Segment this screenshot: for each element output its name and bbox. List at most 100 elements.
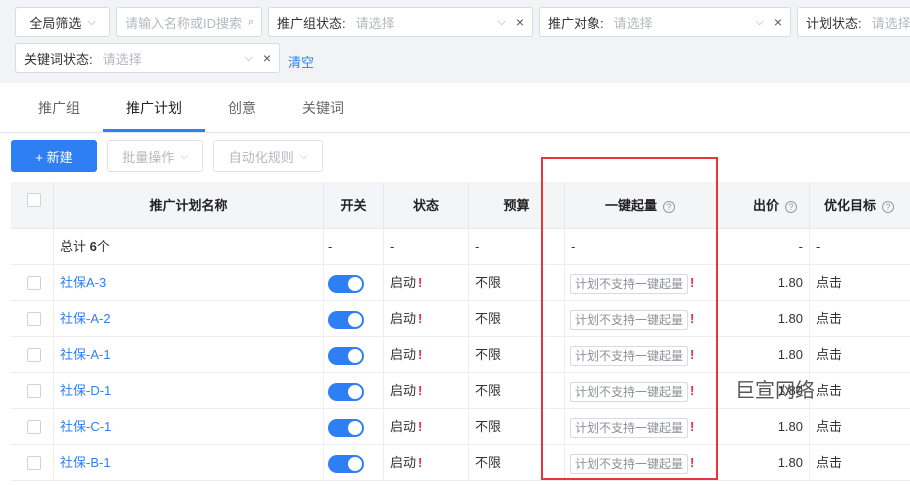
row-checkbox-cell bbox=[11, 337, 54, 373]
budget-cell[interactable]: 不限 bbox=[469, 373, 565, 409]
budget-cell[interactable]: 不限 bbox=[469, 445, 565, 481]
chevron-down-icon: ⌵ bbox=[244, 51, 253, 64]
warning-icon[interactable]: ! bbox=[690, 347, 694, 362]
row-checkbox-cell bbox=[11, 445, 54, 481]
warning-icon[interactable]: ! bbox=[418, 275, 422, 290]
search-input[interactable]: 请输入名称或ID搜索 ⌕ bbox=[116, 7, 262, 37]
plan-toggle[interactable] bbox=[328, 383, 364, 401]
plan-toggle[interactable] bbox=[328, 311, 364, 329]
plan-name-link[interactable]: 社保-D-1 bbox=[60, 383, 111, 398]
close-icon[interactable]: × bbox=[263, 50, 271, 66]
plan-name-link[interactable]: 社保-C-1 bbox=[60, 419, 111, 434]
table-row: 社保-B-1★启动!不限计划不支持一键起量!1.80点击 bbox=[11, 445, 910, 481]
tab-groups[interactable]: 推广组 bbox=[15, 83, 103, 133]
close-icon[interactable]: × bbox=[516, 14, 524, 30]
warning-icon[interactable]: ! bbox=[418, 419, 422, 434]
keyword-status-select[interactable]: 关键词状态: 请选择 ⌵ × bbox=[15, 43, 280, 73]
header-boost: 一键起量? bbox=[565, 182, 715, 229]
status-cell: 启动! bbox=[384, 409, 469, 445]
chevron-down-icon: ⌵ bbox=[299, 150, 308, 162]
batch-operation-button[interactable]: 批量操作 ⌵ bbox=[107, 140, 203, 172]
warning-icon[interactable]: ! bbox=[690, 311, 694, 326]
target-cell: 点击 bbox=[816, 311, 843, 326]
row-checkbox-cell bbox=[11, 301, 54, 337]
warning-icon[interactable]: ! bbox=[418, 311, 422, 326]
plan-toggle[interactable] bbox=[328, 455, 364, 473]
summary-status: - bbox=[384, 229, 469, 265]
tab-plans[interactable]: 推广计划 bbox=[103, 83, 205, 133]
table-row: 社保-C-1★启动!不限计划不支持一键起量!1.80点击 bbox=[11, 409, 910, 445]
budget-cell[interactable]: 不限 bbox=[469, 265, 565, 301]
boost-cell: 计划不支持一键起量! bbox=[565, 301, 715, 337]
row-checkbox[interactable] bbox=[27, 456, 41, 470]
row-checkbox[interactable] bbox=[27, 420, 41, 434]
plan-name-link[interactable]: 社保-A-1 bbox=[60, 347, 111, 362]
table-row: 社保-A-1★启动!不限计划不支持一键起量!1.80点击 bbox=[11, 337, 910, 373]
header-switch: 开关 bbox=[324, 182, 384, 229]
switch-cell bbox=[324, 265, 384, 301]
row-checkbox[interactable] bbox=[27, 348, 41, 362]
warning-icon[interactable]: ! bbox=[418, 383, 422, 398]
new-button[interactable]: + 新建 bbox=[11, 140, 97, 172]
plan-name-cell: 社保-A-2★ bbox=[54, 301, 324, 337]
row-checkbox[interactable] bbox=[27, 276, 41, 290]
plan-status-select[interactable]: 计划状态: 请选择 bbox=[797, 7, 910, 37]
bid-cell[interactable]: 1.80 bbox=[715, 409, 810, 445]
chevron-down-icon: ⌵ bbox=[497, 15, 506, 28]
bid-cell[interactable]: 1.80 bbox=[715, 265, 810, 301]
bid-cell[interactable]: 1.80 bbox=[715, 445, 810, 481]
plan-toggle[interactable] bbox=[328, 275, 364, 293]
summary-target: - bbox=[816, 239, 821, 254]
row-checkbox[interactable] bbox=[27, 384, 41, 398]
help-icon[interactable]: ? bbox=[785, 200, 797, 213]
header-name[interactable]: 推广计划名称 bbox=[54, 182, 324, 229]
boost-unsupported-tag: 计划不支持一键起量 bbox=[570, 345, 689, 366]
warning-icon[interactable]: ! bbox=[690, 455, 694, 470]
switch-cell bbox=[324, 409, 384, 445]
object-select[interactable]: 推广对象: 请选择 ⌵ × bbox=[539, 7, 791, 37]
plan-name-link[interactable]: 社保A-3 bbox=[60, 275, 106, 290]
batch-operation-label: 批量操作 bbox=[122, 149, 175, 165]
plan-toggle[interactable] bbox=[328, 347, 364, 365]
close-icon[interactable]: × bbox=[774, 14, 782, 30]
plan-name-link[interactable]: 社保-B-1 bbox=[60, 455, 111, 470]
plan-name-cell: 社保-D-1★ bbox=[54, 373, 324, 409]
budget-cell[interactable]: 不限 bbox=[469, 337, 565, 373]
search-icon[interactable]: ⌕ bbox=[248, 16, 254, 29]
bid-cell[interactable]: 1.80 bbox=[715, 337, 810, 373]
warning-icon[interactable]: ! bbox=[690, 419, 694, 434]
status-cell: 启动! bbox=[384, 445, 469, 481]
global-filter-dropdown[interactable]: 全局筛选 ⌵ bbox=[15, 7, 110, 37]
bid-cell[interactable]: 1.80 bbox=[715, 301, 810, 337]
global-filter-label: 全局筛选 bbox=[29, 15, 82, 31]
warning-icon[interactable]: ! bbox=[418, 347, 422, 362]
tab-keywords[interactable]: 关键词 bbox=[279, 83, 367, 133]
object-label: 推广对象: bbox=[548, 15, 604, 31]
plan-toggle[interactable] bbox=[328, 419, 364, 437]
summary-total-prefix: 总计 bbox=[60, 239, 90, 254]
warning-icon[interactable]: ! bbox=[690, 383, 694, 398]
tab-bar: 推广组 推广计划 创意 关键词 bbox=[0, 83, 910, 133]
select-all-checkbox[interactable] bbox=[27, 193, 41, 207]
row-checkbox-cell bbox=[11, 409, 54, 445]
plan-status-placeholder: 请选择 bbox=[871, 15, 910, 31]
auto-rule-button[interactable]: 自动化规则 ⌵ bbox=[213, 140, 323, 172]
warning-icon[interactable]: ! bbox=[418, 455, 422, 470]
plan-name-link[interactable]: 社保-A-2 bbox=[60, 311, 111, 326]
summary-total-suffix: 个 bbox=[96, 239, 110, 254]
group-status-select[interactable]: 推广组状态: 请选择 ⌵ × bbox=[268, 7, 533, 37]
watermark: 巨宣网络 bbox=[735, 380, 815, 402]
budget-cell[interactable]: 不限 bbox=[469, 301, 565, 337]
warning-icon[interactable]: ! bbox=[690, 275, 694, 290]
switch-cell bbox=[324, 337, 384, 373]
chevron-down-icon: ⌵ bbox=[87, 15, 96, 28]
help-icon[interactable]: ? bbox=[882, 200, 895, 213]
budget-cell[interactable]: 不限 bbox=[469, 409, 565, 445]
help-icon[interactable]: ? bbox=[663, 200, 675, 213]
row-checkbox[interactable] bbox=[27, 312, 41, 326]
header-budget[interactable]: 预算 bbox=[469, 182, 565, 229]
summary-row: 总计 6个 - - - - - - bbox=[11, 229, 910, 265]
tab-creatives[interactable]: 创意 bbox=[205, 83, 279, 133]
clear-filters-link[interactable]: 清空 bbox=[288, 52, 314, 71]
table-row: 社保-A-2★启动!不限计划不支持一键起量!1.80点击 bbox=[11, 301, 910, 337]
